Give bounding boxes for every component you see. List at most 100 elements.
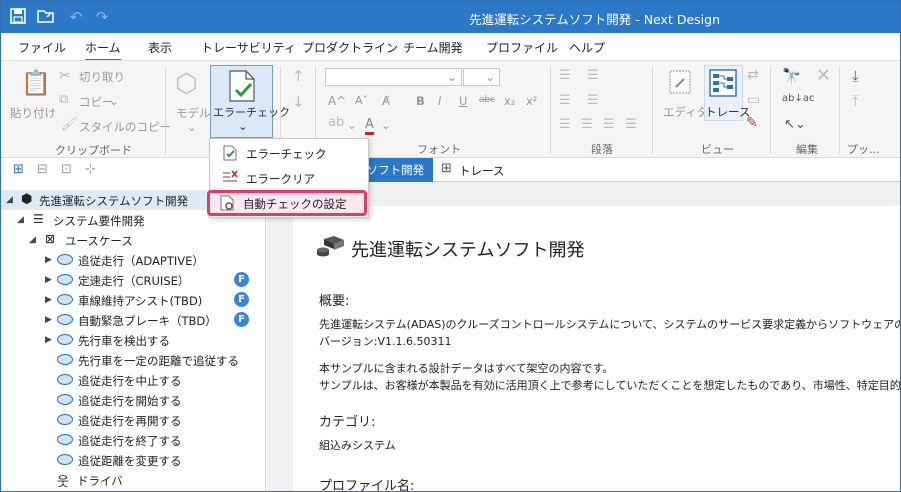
- tree-item-usecase-2[interactable]: ▶ 車線維持アシスト(TBD) F: [1, 290, 265, 310]
- tree-item-usecase-5[interactable]: 先行車を一定の距離で追従する: [1, 350, 265, 370]
- menu-productline[interactable]: プロダクトライン: [302, 39, 398, 56]
- error-check-button[interactable]: エラーチェック ⌄: [210, 65, 290, 138]
- indent-icon[interactable]: ☰: [587, 93, 599, 108]
- delete-icon[interactable]: ✕: [816, 65, 831, 86]
- align-left-icon[interactable]: ☰: [559, 117, 571, 132]
- cut-button[interactable]: 切り取り: [79, 69, 125, 85]
- italic-button[interactable]: I: [438, 94, 441, 108]
- align-right-icon[interactable]: ☰: [603, 117, 615, 132]
- font-size-select[interactable]: ⌄: [463, 68, 500, 86]
- tree-item-usecase-6[interactable]: 追従走行を中止する: [1, 370, 265, 390]
- menu-profile[interactable]: プロファイル: [486, 39, 558, 56]
- font-family-select[interactable]: ⌄: [325, 68, 462, 86]
- error-check-dropdown-icon[interactable]: ⌄: [238, 119, 248, 133]
- collapse-icon[interactable]: ◢: [17, 215, 24, 225]
- menu-file[interactable]: ファイル: [18, 39, 66, 56]
- cut-icon: ✂: [59, 68, 71, 84]
- align-center-icon[interactable]: ☰: [581, 117, 593, 132]
- expand-icon[interactable]: ▶: [45, 315, 52, 325]
- grid-view-icon[interactable]: ⊟: [37, 162, 48, 177]
- trace-button[interactable]: トレース: [705, 104, 750, 120]
- tab-trace[interactable]: ⊞ トレース: [435, 158, 525, 182]
- swap-icon[interactable]: ⇄: [747, 67, 759, 83]
- clear-format-icon[interactable]: A̸: [382, 94, 390, 108]
- tree-item-label: 追従走行を再開する: [78, 414, 182, 428]
- style-icon[interactable]: ✎: [746, 115, 758, 131]
- tree-item-label: ユースケース: [65, 234, 133, 248]
- paste-button[interactable]: 貼り付け: [10, 105, 56, 121]
- grow-font-icon[interactable]: A^: [328, 94, 346, 108]
- editor-button[interactable]: エディタ: [663, 104, 708, 120]
- category-value: 組込みシステム: [319, 439, 396, 452]
- shrink-font-icon[interactable]: Aˇ: [355, 94, 368, 107]
- expand-icon[interactable]: ▶: [45, 335, 52, 345]
- menu-home[interactable]: ホーム: [85, 39, 121, 61]
- numbered-list-icon[interactable]: ☰: [587, 68, 599, 83]
- copy-dropdown-icon[interactable]: ⌄: [109, 94, 119, 108]
- expand-icon[interactable]: ▶: [45, 255, 52, 265]
- select-icon[interactable]: ↖⌄: [784, 117, 806, 132]
- highlight-color-icon[interactable]: ab: [328, 115, 344, 130]
- font-color-icon[interactable]: A: [365, 117, 374, 135]
- font-color-dropdown-icon[interactable]: ⌄: [381, 118, 391, 132]
- copy-style-button[interactable]: スタイルのコピー: [79, 119, 171, 135]
- outdent-icon[interactable]: ☰: [559, 93, 571, 108]
- model-icon[interactable]: ⬡: [175, 69, 198, 99]
- usecase-icon: [57, 254, 73, 265]
- format-painter-icon: 🖌: [61, 117, 78, 132]
- filter-icon[interactable]: ⊹: [85, 162, 96, 177]
- tree-item-usecase-1[interactable]: ▶ 定速走行（CRUISE） F: [1, 270, 265, 290]
- superscript-button[interactable]: x²: [526, 94, 537, 108]
- usecase-icon: [57, 274, 73, 285]
- error-check-icon: [223, 145, 237, 161]
- tree-item-label: 追従走行を開始する: [78, 394, 182, 408]
- overview-disclaimer: サンプルは、お客様が本製品を有効に活用頂く上で参考にしていただくことを想定したも…: [319, 379, 901, 392]
- tree-item-usecase-10[interactable]: 追従距離を変更する: [1, 450, 265, 470]
- tree-item-usecase-0[interactable]: ▶ 追従走行（ADAPTIVE）: [1, 250, 265, 270]
- tree-item-label: 自動緊急ブレーキ（TBD）: [78, 314, 217, 328]
- tree-item-usecase-7[interactable]: 追従走行を開始する: [1, 390, 265, 410]
- underline-button[interactable]: U: [459, 94, 467, 108]
- tree-item-usecase-3[interactable]: ▶ 自動緊急ブレーキ（TBD） F: [1, 310, 265, 330]
- expand-icon[interactable]: ▶: [45, 295, 52, 305]
- menu-item-auto-check-settings[interactable]: 自動チェックの設定: [207, 190, 367, 216]
- tree-item-usecase[interactable]: ◢ ⊠ ユースケース: [1, 230, 265, 250]
- move-up-icon[interactable]: ↑: [292, 67, 305, 85]
- bold-button[interactable]: B: [416, 94, 425, 108]
- usecase-icon: [57, 454, 73, 465]
- tree-item-usecase-8[interactable]: 追従走行を再開する: [1, 410, 265, 430]
- strike-button[interactable]: abc: [479, 95, 495, 105]
- expand-icon[interactable]: ▶: [45, 275, 52, 285]
- tree-item-usecase-4[interactable]: ▶ 先行車を検出する: [1, 330, 265, 350]
- align-justify-icon[interactable]: ☰: [625, 117, 637, 132]
- replace-icon[interactable]: ab↓ac: [782, 93, 814, 104]
- export-icon[interactable]: ⤒: [852, 92, 859, 110]
- model-button[interactable]: モデル: [176, 105, 211, 121]
- menu-item-error-clear[interactable]: エラークリア: [210, 166, 368, 190]
- model-dropdown-icon[interactable]: ⌄: [187, 120, 197, 134]
- tree-item-label: 追従走行（ADAPTIVE）: [78, 254, 204, 268]
- editor-icon[interactable]: [668, 69, 694, 97]
- highlight-dropdown-icon[interactable]: ⌄: [347, 118, 357, 132]
- menu-traceability[interactable]: トレーサビリティ: [201, 39, 296, 56]
- tree-item-usecase-9[interactable]: 追従走行を終了する: [1, 430, 265, 450]
- import-icon[interactable]: ⤓: [852, 67, 859, 85]
- layout-icon[interactable]: ▭: [747, 92, 760, 108]
- tree-item-actor[interactable]: 웃 ドライバ: [1, 470, 265, 490]
- menu-help[interactable]: ヘルプ: [569, 39, 605, 56]
- tree-view-icon[interactable]: ⊞: [13, 162, 24, 177]
- subscript-button[interactable]: x₂: [504, 94, 515, 108]
- menu-team[interactable]: チーム開発: [403, 39, 463, 56]
- menu-view[interactable]: 表示: [148, 39, 172, 56]
- menu-item-error-check[interactable]: エラーチェック: [210, 141, 368, 165]
- package-view-icon[interactable]: ⊡: [61, 162, 72, 177]
- collapse-icon[interactable]: ◢: [29, 235, 36, 245]
- app-window: ↶ ↷ 先進運転システムソフト開発 - Next Design ファイル ホーム…: [0, 0, 901, 492]
- paste-icon[interactable]: 📋: [21, 69, 51, 97]
- window-title: 先進運転システムソフト開発 - Next Design: [469, 12, 720, 27]
- bullet-list-icon[interactable]: ☰: [559, 68, 571, 83]
- trace-icon[interactable]: [709, 69, 737, 97]
- move-down-icon[interactable]: ↓: [292, 93, 305, 111]
- find-icon[interactable]: 🔭: [782, 67, 801, 85]
- collapse-icon[interactable]: ◢: [6, 195, 13, 205]
